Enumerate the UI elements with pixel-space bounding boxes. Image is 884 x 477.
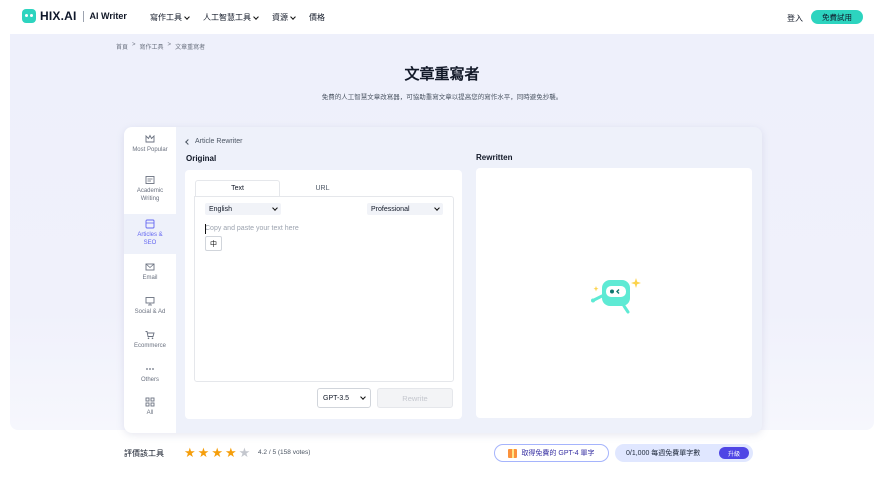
nav-item-writing-tools[interactable]: 寫作工具 [150, 12, 190, 23]
sidebar-item-social-ad[interactable]: Social & Ad [124, 296, 176, 318]
email-icon [145, 263, 155, 271]
logo[interactable]: HIX.AI AI Writer [22, 9, 127, 23]
breadcrumb-writing-tools[interactable]: 寫作工具 [140, 42, 164, 51]
language-select[interactable]: English [205, 203, 281, 215]
star-empty-icon[interactable]: ★ [239, 446, 251, 459]
sidebar-item-academic-writing[interactable]: Academic Writing [124, 175, 176, 209]
top-nav [0, 0, 884, 34]
star-icon[interactable]: ★ [198, 446, 210, 459]
chevron-down-icon [434, 205, 440, 211]
social-icon [145, 297, 155, 306]
chevron-down-icon [360, 394, 366, 400]
logo-subtitle: AI Writer [89, 11, 127, 21]
tab-url[interactable]: URL [280, 180, 365, 196]
model-select[interactable]: GPT-3.5 [317, 388, 371, 408]
star-icon[interactable]: ★ [184, 446, 196, 459]
chevron-down-icon [253, 13, 259, 20]
article-icon [145, 219, 155, 229]
robot-mascot-icon [591, 278, 641, 314]
cart-icon [145, 331, 155, 340]
sidebar-item-others[interactable]: Others [124, 364, 176, 386]
sidebar-item-all[interactable]: All [124, 397, 176, 419]
logo-divider [82, 10, 84, 22]
more-icon [146, 368, 154, 370]
word-quota: 0/1,000 每週免費單字數 升級 [615, 444, 753, 462]
sidebar-item-articles-seo[interactable]: Articles & SEO [124, 214, 176, 254]
chevron-down-icon [184, 13, 190, 20]
chevron-down-icon [272, 205, 278, 211]
tone-select[interactable]: Professional [367, 203, 443, 215]
rewritten-label: Rewritten [476, 153, 513, 162]
gift-icon [508, 448, 518, 458]
star-rating[interactable]: ★ ★ ★ ★ ★ [184, 446, 250, 459]
chevron-left-icon [185, 138, 191, 145]
star-icon[interactable]: ★ [211, 446, 223, 459]
academic-icon [145, 176, 155, 184]
upgrade-button[interactable]: 升級 [719, 447, 749, 459]
crown-icon [145, 134, 155, 143]
logo-text: HIX.AI [40, 9, 77, 23]
login-link[interactable]: 登入 [787, 13, 803, 24]
nav-item-resources[interactable]: 資源 [272, 12, 296, 23]
tool-name: Article Rewriter [195, 138, 243, 145]
rewrite-button[interactable]: Rewrite [377, 388, 453, 408]
star-icon[interactable]: ★ [225, 446, 237, 459]
rating-value: 4.2 / 5 (158 votes) [258, 449, 311, 456]
text-input-area[interactable] [194, 196, 454, 382]
grid-icon [145, 397, 155, 407]
original-label: Original [186, 154, 217, 163]
sidebar-item-most-popular[interactable]: Most Popular [124, 132, 176, 166]
page-title: 文章重寫者 [404, 66, 480, 83]
free-gpt4-button[interactable]: 取得免費的 GPT-4 單字 [494, 444, 609, 462]
chevron-down-icon [290, 13, 296, 20]
back-link[interactable]: Article Rewriter [185, 138, 243, 145]
breadcrumb-separator: > [167, 42, 172, 48]
text-cursor [205, 224, 206, 234]
free-trial-button[interactable]: 免費試用 [811, 10, 863, 24]
tab-text[interactable]: Text [195, 180, 280, 196]
breadcrumb-separator: > [132, 42, 136, 48]
logo-icon [22, 9, 36, 23]
sidebar-item-email[interactable]: Email [124, 262, 176, 284]
nav-menu: 寫作工具 人工智慧工具 資源 價格 [150, 12, 325, 23]
input-placeholder: Copy and paste your text here [205, 225, 299, 232]
nav-item-ai-tools[interactable]: 人工智慧工具 [203, 12, 259, 23]
nav-item-pricing[interactable]: 價格 [309, 12, 325, 23]
ime-indicator[interactable]: 中 [205, 236, 222, 251]
breadcrumb: 首頁 > 寫作工具 > 文章重寫者 [116, 42, 205, 51]
breadcrumb-current: 文章重寫者 [175, 45, 206, 51]
page-subtitle: 免費的人工智慧文章改寫器，可協助重寫文章以提高您的寫作水平，同時避免抄襲。 [321, 94, 563, 101]
sidebar-item-ecommerce[interactable]: Ecommerce [124, 330, 176, 352]
rate-tool-label: 評價該工具 [124, 449, 164, 458]
breadcrumb-home[interactable]: 首頁 [116, 42, 128, 51]
